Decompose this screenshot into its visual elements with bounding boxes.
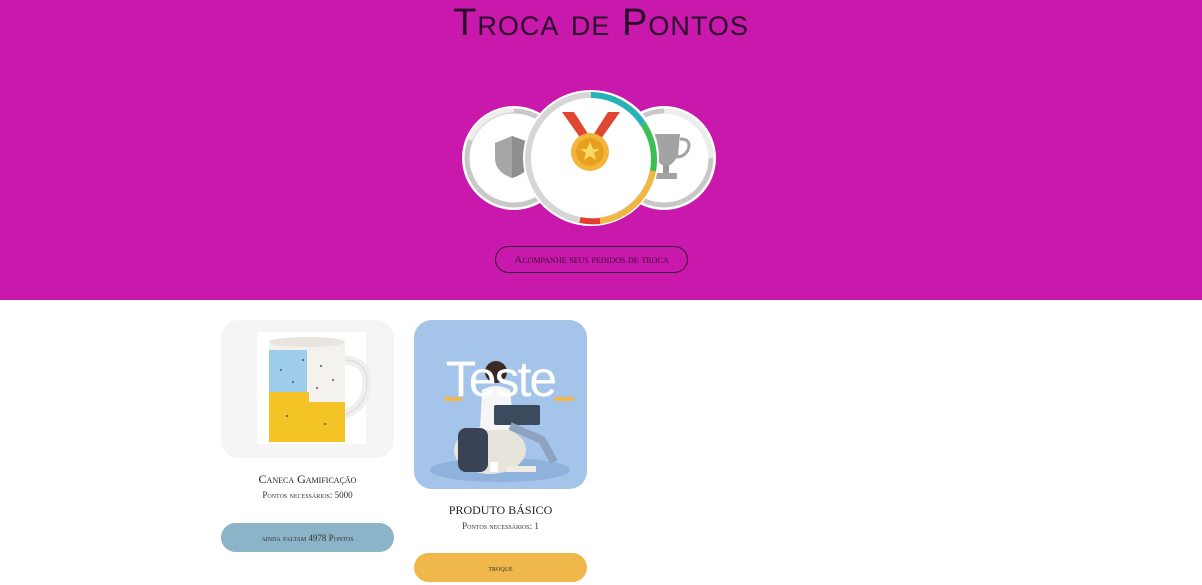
product-name: PRODUTO BÁSICO xyxy=(448,503,553,517)
product-points: Pontos necessários: 1 xyxy=(462,521,539,531)
product-name: Caneca Gamificação xyxy=(258,472,357,486)
product-card: Caneca Gamificação Pontos necessários: 5… xyxy=(221,320,394,555)
insufficient-points-button[interactable]: ainda faltam 4978 Pontos xyxy=(221,523,394,552)
product-card: Teste PRODUTO BÁSICO Pontos necessários:… xyxy=(414,320,587,585)
hero-banner: Troca de Pontos Acompanhe seus pedidos d… xyxy=(0,0,1202,300)
mug-image xyxy=(257,332,372,444)
product-image[interactable]: Teste xyxy=(414,320,587,489)
exchange-button[interactable]: troque xyxy=(414,553,587,582)
track-orders-button[interactable]: Acompanhe seus pedidos de troca xyxy=(495,246,688,273)
product-image[interactable] xyxy=(221,320,394,458)
caption-accent xyxy=(554,397,574,401)
caption-accent xyxy=(444,397,462,401)
product-points: Pontos necessários: 5000 xyxy=(262,490,353,500)
medal-carousel xyxy=(462,90,716,226)
medal-badge[interactable] xyxy=(523,90,659,226)
